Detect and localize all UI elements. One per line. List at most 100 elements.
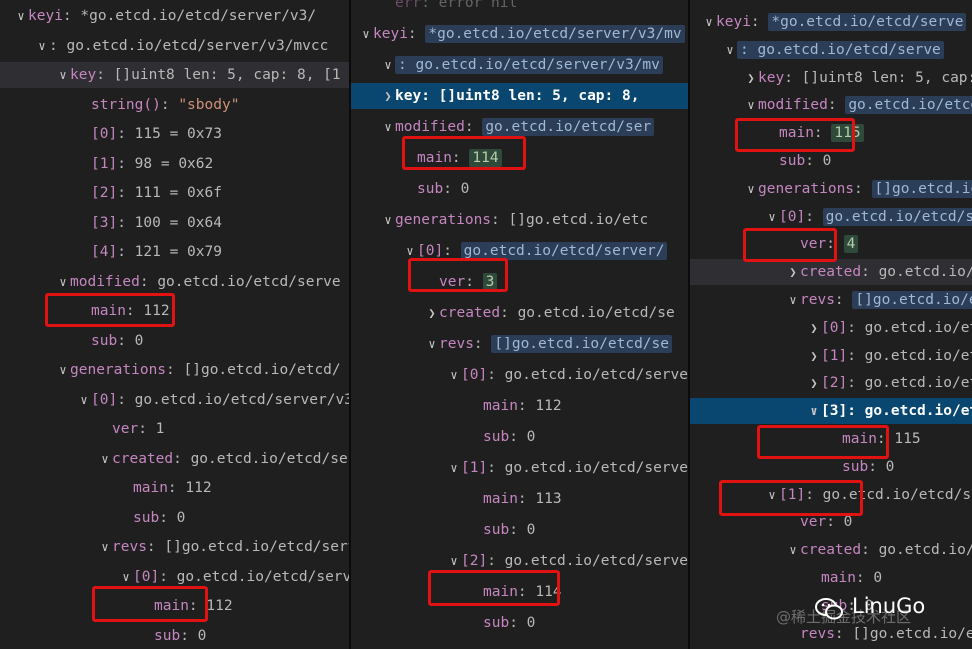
separator: : bbox=[834, 292, 853, 308]
variable-row[interactable]: sub: 0 bbox=[0, 623, 349, 649]
chevron-down-icon[interactable]: ∨ bbox=[744, 92, 758, 118]
variable-row[interactable]: ∨ generations: []go.etcd.io/etcd/ bbox=[0, 357, 349, 383]
chevron-down-icon[interactable]: ∨ bbox=[381, 207, 395, 233]
separator: : bbox=[847, 347, 865, 364]
chevron-right-icon[interactable]: ❯ bbox=[807, 343, 821, 369]
variable-row[interactable]: ∨[0]: go.etcd.io/etcd/server/ bbox=[351, 238, 688, 264]
variable-row[interactable]: main: 0 bbox=[690, 565, 972, 591]
separator: : bbox=[827, 97, 846, 114]
variable-row[interactable]: sub: 0 bbox=[351, 176, 688, 202]
variable-row[interactable]: main: 112 bbox=[351, 393, 688, 419]
separator: : bbox=[847, 319, 865, 336]
variable-row[interactable]: ∨created: go.etcd.io/etc bbox=[690, 537, 972, 563]
chevron-down-icon[interactable]: ∨ bbox=[14, 3, 28, 29]
separator: : bbox=[487, 553, 505, 569]
separator: : bbox=[407, 26, 426, 42]
chevron-down-icon[interactable]: ∨ bbox=[447, 362, 461, 388]
separator: : bbox=[96, 67, 114, 83]
chevron-right-icon[interactable]: ❯ bbox=[425, 300, 439, 326]
variable-row[interactable]: sub: 0 bbox=[351, 424, 688, 450]
variable-row[interactable]: ∨ [1]: go.etcd.io/etcd/serve bbox=[351, 455, 688, 481]
watermark-brand: LinuGo bbox=[852, 594, 926, 618]
variable-row[interactable]: ∨ created: go.etcd.io/etcd/serv bbox=[0, 446, 349, 472]
chevron-down-icon[interactable]: ∨ bbox=[786, 287, 800, 313]
chevron-down-icon[interactable]: ∨ bbox=[723, 37, 737, 63]
chevron-down-icon[interactable]: ∨ bbox=[425, 331, 439, 357]
variable-row[interactable]: [3]: 100 = 0x64 bbox=[0, 210, 349, 236]
variable-row[interactable]: err: error nil bbox=[351, 0, 688, 16]
chevron-down-icon[interactable]: ∨ bbox=[35, 33, 49, 59]
variable-value: 112 bbox=[206, 598, 233, 614]
variable-row[interactable]: ∨: go.etcd.io/etcd/server/v3/mvcc bbox=[0, 33, 349, 59]
variable-row[interactable]: ∨ key: []uint8 len: 5, cap: 8, [1 bbox=[0, 62, 349, 88]
variable-row[interactable]: ∨ revs: []go.etcd.io/etcd/se bbox=[351, 331, 688, 357]
variable-row[interactable]: sub: 0 bbox=[351, 517, 688, 543]
variable-row[interactable]: ∨ keyi: *go.etcd.io/etcd/server/v3/ bbox=[0, 3, 349, 29]
chevron-right-icon[interactable]: ❯ bbox=[786, 259, 800, 285]
variable-row[interactable]: [4]: 121 = 0x79 bbox=[0, 239, 349, 265]
variable-row[interactable]: ∨ modified: go.etcd.io/etcd/serve bbox=[0, 269, 349, 295]
variable-row[interactable]: ∨ [0]: go.etcd.io/etcd/server/v3 bbox=[0, 387, 349, 413]
separator: : bbox=[117, 214, 135, 231]
chevron-down-icon[interactable]: ∨ bbox=[359, 21, 373, 47]
chevron-down-icon[interactable]: ∨ bbox=[56, 269, 70, 295]
variable-row[interactable]: ∨revs: []go.etcd.io/etcd bbox=[690, 287, 972, 313]
highlight-box bbox=[428, 570, 560, 606]
chevron-down-icon[interactable]: ∨ bbox=[447, 455, 461, 481]
variable-row[interactable]: ∨ keyi: *go.etcd.io/etcd/serve bbox=[690, 9, 972, 35]
variable-row[interactable]: ∨: go.etcd.io/etcd/server/v3/mv bbox=[351, 52, 688, 78]
variable-row[interactable]: ∨ generations: []go.etcd.io/etc bbox=[351, 207, 688, 233]
chevron-down-icon[interactable]: ∨ bbox=[744, 176, 758, 202]
chevron-down-icon[interactable]: ∨ bbox=[56, 62, 70, 88]
variable-row[interactable]: ∨[0]: go.etcd.io/etcd/ser bbox=[690, 204, 972, 230]
chevron-right-icon[interactable]: ❯ bbox=[744, 65, 758, 91]
variable-row[interactable]: main: 112 bbox=[0, 475, 349, 501]
variable-row[interactable]: ❯ created: go.etcd.io/etcd/se bbox=[351, 300, 688, 326]
variable-row[interactable]: ver: 1 bbox=[0, 416, 349, 442]
variable-row[interactable]: ❯[2]: go.etcd.io/etcd/s bbox=[690, 370, 972, 396]
variable-row[interactable]: ∨generations: []go.etcd.io/e bbox=[690, 176, 972, 202]
chevron-right-icon[interactable]: ❯ bbox=[807, 370, 821, 396]
variable-name: revs bbox=[112, 539, 147, 555]
separator: : bbox=[159, 509, 177, 526]
variable-row[interactable]: ∨ [0]: go.etcd.io/etcd/serve bbox=[351, 362, 688, 388]
variable-row[interactable]: [1]: 98 = 0x62 bbox=[0, 151, 349, 177]
variable-row[interactable]: sub: 0 bbox=[351, 610, 688, 636]
variable-row[interactable]: [2]: 111 = 0x6f bbox=[0, 180, 349, 206]
variable-row[interactable]: ∨modified: go.etcd.io/etcd/s bbox=[690, 92, 972, 118]
chevron-down-icon[interactable]: ∨ bbox=[786, 537, 800, 563]
chevron-down-icon[interactable]: ∨ bbox=[56, 357, 70, 383]
chevron-down-icon[interactable]: ∨ bbox=[98, 446, 112, 472]
variable-value: 0 bbox=[134, 332, 144, 349]
chevron-down-icon[interactable]: ∨ bbox=[381, 52, 395, 78]
chevron-down-icon[interactable]: ∨ bbox=[702, 9, 716, 35]
variable-value: 0 bbox=[885, 458, 895, 475]
variable-row[interactable]: ❯created: go.etcd.io/etc bbox=[690, 259, 972, 286]
chevron-down-icon[interactable]: ∨ bbox=[77, 387, 91, 413]
variable-row[interactable]: string(): "sbody" bbox=[0, 92, 349, 118]
variable-row[interactable]: ver: 3 bbox=[351, 269, 688, 295]
variable-value: 0 bbox=[197, 627, 207, 644]
variable-row[interactable]: ∨ revs: []go.etcd.io/etcd/serve bbox=[0, 534, 349, 560]
variable-row[interactable]: sub: 0 bbox=[0, 328, 349, 354]
variable-value: go.etcd.io/etcd/serv bbox=[190, 450, 349, 467]
variable-row[interactable]: sub: 0 bbox=[0, 505, 349, 531]
chevron-down-icon[interactable]: ∨ bbox=[381, 114, 395, 140]
variable-row[interactable]: ∨ keyi: *go.etcd.io/etcd/server/v3/mv bbox=[351, 21, 688, 47]
chevron-down-icon[interactable]: ∨ bbox=[807, 398, 821, 424]
variable-row[interactable]: ∨[3]: go.etcd.io/etcd/s bbox=[690, 398, 972, 425]
highlight-box bbox=[743, 228, 837, 262]
chevron-down-icon[interactable]: ∨ bbox=[98, 534, 112, 560]
variable-row[interactable]: ❯[1]: go.etcd.io/etcd/s bbox=[690, 343, 972, 369]
chevron-right-icon[interactable]: ❯ bbox=[807, 315, 821, 341]
chevron-down-icon[interactable]: ∨ bbox=[765, 204, 779, 230]
variable-name: sub bbox=[154, 627, 181, 644]
variable-row[interactable]: main: 113 bbox=[351, 486, 688, 512]
variable-row[interactable]: ❯ key: []uint8 len: 5, cap: bbox=[690, 65, 972, 91]
variable-row[interactable]: [0]: 115 = 0x73 bbox=[0, 121, 349, 147]
variable-row[interactable]: ❯[0]: go.etcd.io/etcd/s bbox=[690, 315, 972, 341]
variable-row[interactable]: ∨: go.etcd.io/etcd/serve bbox=[690, 37, 972, 63]
variable-row[interactable]: ❯ key: []uint8 len: 5, cap: 8, bbox=[351, 83, 688, 109]
separator: : bbox=[500, 305, 518, 321]
chevron-right-icon[interactable]: ❯ bbox=[381, 83, 395, 109]
